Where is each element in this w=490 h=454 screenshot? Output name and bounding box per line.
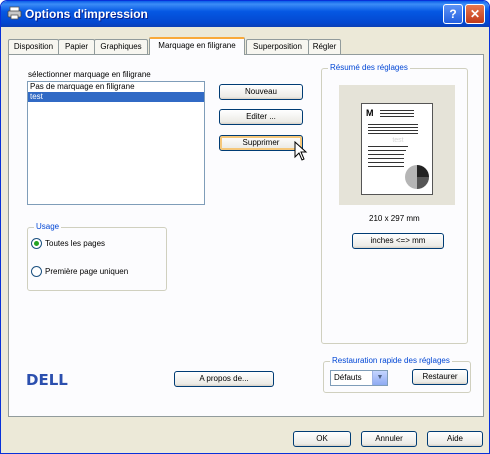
- print-options-window: Options d'impression ? ✕ Disposition Pap…: [0, 0, 490, 454]
- watermark-list[interactable]: Pas de marquage en filigrane test: [27, 81, 205, 205]
- edit-button[interactable]: Editer ...: [219, 109, 303, 125]
- tab-papier[interactable]: Papier: [58, 39, 95, 54]
- new-button[interactable]: Nouveau: [219, 84, 303, 100]
- close-icon[interactable]: ✕: [465, 4, 485, 24]
- all-pages-radio[interactable]: [31, 238, 42, 249]
- pie-icon: [405, 165, 429, 189]
- title-bar[interactable]: Options d'impression ? ✕: [1, 1, 489, 27]
- ok-button[interactable]: OK: [293, 431, 351, 447]
- defaults-select-value: Défauts: [334, 373, 362, 382]
- list-item[interactable]: test: [28, 92, 204, 102]
- page-thumbnail: M test: [361, 103, 433, 195]
- defaults-select[interactable]: Défauts ▼: [330, 370, 388, 386]
- units-toggle-button[interactable]: inches <=> mm: [352, 233, 444, 249]
- close-glyph: ✕: [469, 7, 481, 21]
- usage-group: Usage: [27, 222, 167, 291]
- list-item[interactable]: Pas de marquage en filigrane: [28, 82, 204, 92]
- help-glyph: ?: [449, 7, 457, 21]
- help-button[interactable]: Aide: [427, 431, 483, 447]
- first-page-label: Première page uniquen: [45, 267, 129, 276]
- dell-logo: DELL: [26, 371, 68, 389]
- window-title: Options d'impression: [25, 7, 148, 21]
- delete-button[interactable]: Supprimer: [219, 135, 303, 151]
- tab-regler[interactable]: Régler: [308, 39, 341, 54]
- page-preview: M test: [339, 85, 455, 205]
- tab-graphiques[interactable]: Graphiques: [94, 39, 148, 54]
- watermark-list-label: sélectionner marquage en filigrane: [28, 70, 151, 79]
- help-icon[interactable]: ?: [443, 4, 463, 24]
- about-button[interactable]: A propos de...: [174, 371, 274, 387]
- tab-marquage[interactable]: Marquage en filigrane: [149, 37, 245, 55]
- usage-group-title: Usage: [34, 222, 62, 231]
- chevron-down-icon[interactable]: ▼: [372, 371, 387, 385]
- paper-size: 210 x 297 mm: [369, 214, 420, 223]
- restore-button[interactable]: Restaurer: [412, 369, 468, 385]
- page-letter: M: [366, 108, 374, 118]
- quick-restore-title: Restauration rapide des réglages: [330, 356, 452, 365]
- printer-icon: [7, 6, 22, 20]
- first-page-radio[interactable]: [31, 266, 42, 277]
- tab-superposition[interactable]: Superposition: [246, 39, 309, 54]
- all-pages-label: Toutes les pages: [45, 239, 106, 248]
- watermark-preview: test: [392, 137, 404, 144]
- cancel-button[interactable]: Annuler: [361, 431, 417, 447]
- summary-group-title: Résumé des réglages: [328, 63, 410, 72]
- mouse-cursor-icon: [294, 141, 308, 161]
- tab-disposition[interactable]: Disposition: [8, 39, 59, 54]
